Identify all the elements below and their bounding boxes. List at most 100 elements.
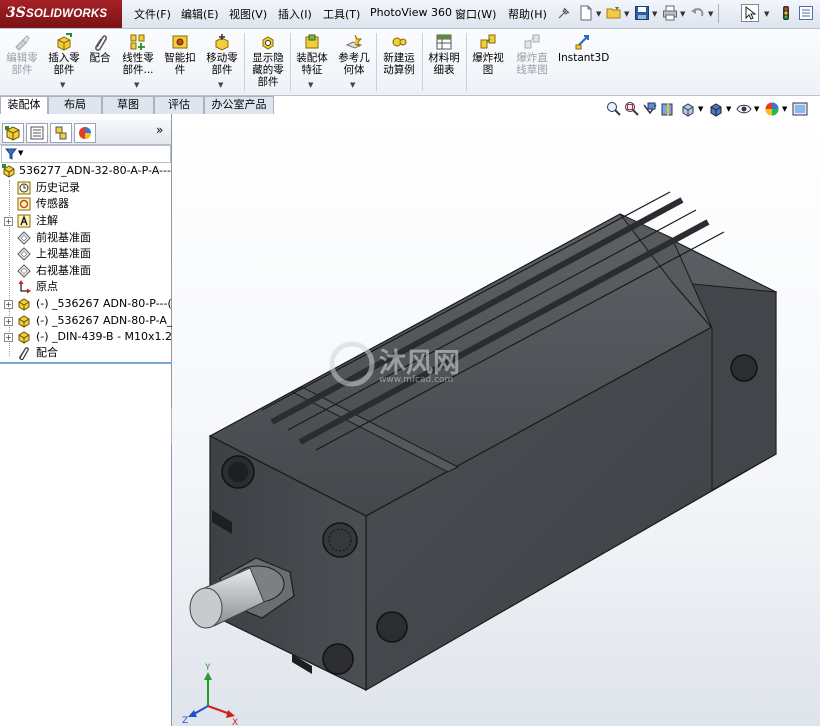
assembly-feature-label-2: 特征 (301, 64, 323, 76)
display-style-dropdown-icon[interactable]: ▼ (726, 105, 731, 113)
menu-tools[interactable]: 工具(T) (323, 6, 360, 22)
exploded-view-label-2: 图 (482, 64, 494, 76)
undo-dropdown-icon[interactable]: ▼ (708, 10, 713, 18)
menu-window[interactable]: 窗口(W) (455, 6, 496, 22)
select-pointer-icon[interactable] (741, 4, 759, 22)
expand-toggle-icon[interactable]: + (4, 300, 13, 309)
bill-of-materials-button[interactable]: 材料明 细表 (424, 33, 464, 76)
assembly-feature-dropdown-icon[interactable]: ▼ (308, 81, 313, 89)
linear-pattern-label-2: 部件... (122, 64, 154, 76)
pin-icon[interactable] (556, 5, 572, 21)
explode-line-label-1: 爆炸直 (516, 52, 548, 64)
open-folder-icon[interactable] (606, 5, 622, 21)
logo-ds-mark: 3S (6, 5, 26, 21)
configurationmanager-tab[interactable] (50, 123, 72, 143)
featuremanager-tab[interactable] (2, 123, 24, 143)
command-tabs: 装配体 布局 草图 评估 办公室产品 (0, 96, 274, 115)
tree-root-assembly[interactable]: 536277_ADN-32-80-A-P-A--- (0, 163, 171, 179)
print-dropdown-icon[interactable]: ▼ (680, 10, 685, 18)
reference-geometry-button[interactable]: 参考几 何体 (334, 33, 374, 76)
reference-geometry-dropdown-icon[interactable]: ▼ (350, 81, 355, 89)
toolbar-divider (718, 4, 719, 23)
motion-study-label-1: 新建运 (383, 52, 415, 64)
tree-item-label: 原点 (36, 280, 58, 293)
expand-toggle-icon[interactable]: + (4, 217, 13, 226)
view-orientation-dropdown-icon[interactable]: ▼ (698, 105, 703, 113)
configurationmanager-icon (55, 126, 67, 140)
filter-dropdown-icon[interactable]: ▼ (18, 149, 23, 157)
select-dropdown-icon[interactable]: ▼ (764, 10, 769, 18)
mate-button[interactable]: 配合 (86, 33, 114, 64)
instant3d-button[interactable]: Instant3D (558, 33, 610, 64)
plane-icon (17, 264, 31, 278)
explode-line-sketch-button[interactable]: 爆炸直 线草图 (510, 33, 554, 76)
assembly-feature-button[interactable]: 装配体 特征 (292, 33, 332, 76)
hide-show-dropdown-icon[interactable]: ▼ (754, 105, 759, 113)
tree-item-label: 上视基准面 (36, 247, 91, 260)
part-icon (18, 298, 30, 311)
print-icon[interactable] (662, 5, 678, 21)
panel-scrollbar[interactable] (0, 362, 171, 364)
new-document-icon[interactable] (578, 5, 594, 21)
save-icon[interactable] (634, 5, 650, 21)
menu-view[interactable]: 视图(V) (229, 6, 267, 22)
move-part-dropdown-icon[interactable]: ▼ (218, 81, 223, 89)
triad-x-arrow-icon (226, 710, 235, 718)
assembly-icon (2, 164, 15, 178)
edit-part-button[interactable]: 编辑零 部件 (2, 33, 42, 76)
save-dropdown-icon[interactable]: ▼ (652, 10, 657, 18)
propertymanager-tab[interactable] (26, 123, 48, 143)
menu-insert[interactable]: 插入(I) (278, 6, 312, 22)
move-part-label-2: 部件 (211, 64, 233, 76)
solidworks-logo[interactable]: 3S SOLIDWORKS (0, 0, 122, 28)
displaymanager-tab[interactable] (74, 123, 96, 143)
triad-y-label: Y (204, 663, 211, 673)
menu-photoview[interactable]: PhotoView 360 (370, 6, 452, 19)
insert-part-button[interactable]: 插入零 部件 (44, 33, 84, 76)
exploded-view-button[interactable]: 爆炸视 图 (468, 33, 508, 76)
expand-panel-icon[interactable]: » (156, 123, 163, 137)
triad-x-label: X (232, 718, 238, 726)
menu-help[interactable]: 帮助(H) (508, 6, 547, 22)
move-part-label-1: 移动零 (206, 52, 238, 64)
linear-pattern-icon (130, 34, 145, 50)
move-part-button[interactable]: 移动零 部件 (202, 33, 242, 76)
open-dropdown-icon[interactable]: ▼ (624, 10, 629, 18)
tab-office-products[interactable]: 办公室产品 (204, 96, 274, 114)
tree-item-label: 配合 (36, 346, 58, 359)
new-dropdown-icon[interactable]: ▼ (596, 10, 601, 18)
assembly-feature-icon (305, 34, 319, 49)
rebuild-traffic-light-icon[interactable] (778, 5, 794, 21)
tab-evaluate[interactable]: 评估 (154, 96, 204, 114)
triad-x-axis (207, 705, 231, 715)
new-motion-study-button[interactable]: 新建运 动算例 (378, 33, 420, 76)
show-hidden-parts-button[interactable]: 显示隐 藏的零 部件 (248, 33, 288, 88)
mate-label: 配合 (89, 52, 111, 64)
mate-paperclip-icon (95, 35, 107, 51)
show-hidden-label-2: 藏的零 (252, 64, 284, 76)
menu-edit[interactable]: 编辑(E) (181, 6, 219, 22)
appearance-dropdown-icon[interactable]: ▼ (782, 105, 787, 113)
motion-study-icon (392, 37, 407, 47)
undo-icon[interactable] (690, 5, 706, 21)
smart-fastener-label-2: 件 (174, 64, 186, 76)
smart-fastener-icon (172, 35, 188, 49)
tree-filter-row[interactable]: ▼ (1, 145, 171, 163)
filter-funnel-icon[interactable] (5, 148, 17, 160)
insert-part-dropdown-icon[interactable]: ▼ (60, 81, 65, 89)
linear-pattern-button[interactable]: 线性零 部件... (118, 33, 158, 76)
expand-toggle-icon[interactable]: + (4, 317, 13, 326)
sensor-icon (17, 197, 31, 211)
cylinder-model-view[interactable]: 沐风网 www.mfcad.com Y X Z (172, 114, 820, 726)
featuremanager-icon (5, 126, 20, 141)
tab-assembly[interactable]: 装配体 (0, 96, 48, 115)
tab-layout[interactable]: 布局 (48, 96, 102, 114)
instant3d-label: Instant3D (558, 52, 610, 64)
expand-toggle-icon[interactable]: + (4, 333, 13, 342)
propertymanager-icon (30, 126, 44, 140)
menu-file[interactable]: 文件(F) (134, 6, 171, 22)
options-icon[interactable] (798, 5, 814, 21)
linear-pattern-dropdown-icon[interactable]: ▼ (134, 81, 139, 89)
smart-fastener-button[interactable]: 智能扣 件 (160, 33, 200, 76)
tab-sketch[interactable]: 草图 (102, 96, 154, 114)
